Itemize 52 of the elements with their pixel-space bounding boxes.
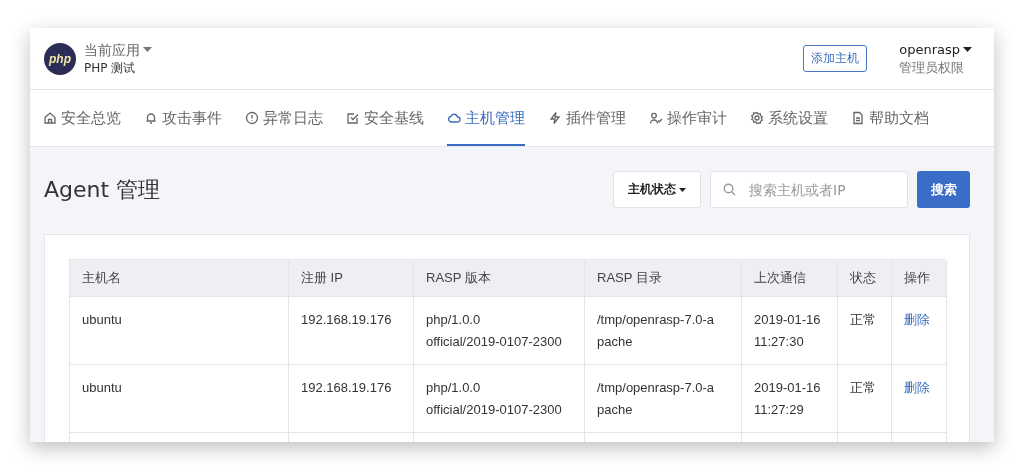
table-cell: 192.168.19.176 xyxy=(289,297,414,365)
delete-link[interactable]: 删除 xyxy=(904,312,930,327)
column-header: 注册 IP xyxy=(289,260,414,297)
status-filter-dropdown[interactable]: 主机状态 xyxy=(613,171,701,208)
home-icon xyxy=(43,111,57,125)
nav-tab[interactable]: 操作审计 xyxy=(649,90,727,146)
column-header: 上次通信 xyxy=(742,260,838,297)
bolt-icon xyxy=(548,111,562,125)
nav-tab[interactable]: 异常日志 xyxy=(245,90,323,146)
user-check-icon xyxy=(649,111,663,125)
caret-icon xyxy=(679,187,686,192)
app-menu[interactable]: 当前应用 xyxy=(84,40,152,59)
user-menu[interactable]: openrasp xyxy=(899,40,972,59)
table-cell: php/1.0.0 official/2019-0107-2300 xyxy=(414,365,585,433)
column-header: RASP 版本 xyxy=(414,260,585,297)
table-cell: 192.168.19.176 xyxy=(289,365,414,433)
add-host-button[interactable]: 添加主机 xyxy=(803,45,868,72)
table-cell: ubuntu xyxy=(70,365,289,433)
alert-icon xyxy=(245,111,259,125)
table-cell: 正常 xyxy=(838,297,892,365)
search-button[interactable]: 搜索 xyxy=(917,171,970,208)
nav-tab[interactable]: 攻击事件 xyxy=(144,90,222,146)
table-cell: php/1.0.0 official/2019-0107-2300 xyxy=(414,297,585,365)
nav-tab[interactable]: 安全基线 xyxy=(346,90,424,146)
document-icon xyxy=(851,111,865,125)
php-logo: php xyxy=(44,42,76,75)
settings-icon xyxy=(750,111,764,125)
nav-tab[interactable]: 帮助文档 xyxy=(851,90,929,146)
app-name: PHP 测试 xyxy=(84,59,137,77)
column-header: RASP 目录 xyxy=(585,260,742,297)
nav-tab[interactable]: 安全总览 xyxy=(43,90,121,146)
search-field[interactable]: 搜索主机或者IP xyxy=(710,171,908,208)
caret-icon xyxy=(143,46,152,53)
delete-link[interactable]: 删除 xyxy=(904,380,930,395)
bell-icon xyxy=(144,111,158,125)
table-cell: 正常 xyxy=(838,365,892,433)
caret-icon xyxy=(963,46,972,53)
column-header: 主机名 xyxy=(70,260,289,297)
table-cell: /tmp/openrasp-7.0-apache xyxy=(585,297,742,365)
cloud-icon xyxy=(447,111,461,125)
column-header: 状态 xyxy=(838,260,892,297)
nav-tab[interactable]: 插件管理 xyxy=(548,90,626,146)
search-icon xyxy=(723,183,736,196)
checkbox-icon xyxy=(346,111,360,125)
table-cell: 2019-01-16 11:27:30 xyxy=(742,297,838,365)
user-role: 管理员权限 xyxy=(899,58,966,77)
table-cell: 2019-01-16 11:27:29 xyxy=(742,365,838,433)
table-cell: /tmp/openrasp-7.0-apache xyxy=(585,365,742,433)
column-header: 操作 xyxy=(892,260,947,297)
table-cell: ubuntu xyxy=(70,297,289,365)
nav-tab[interactable]: 系统设置 xyxy=(750,90,828,146)
page-title: Agent 管理 xyxy=(44,175,161,204)
